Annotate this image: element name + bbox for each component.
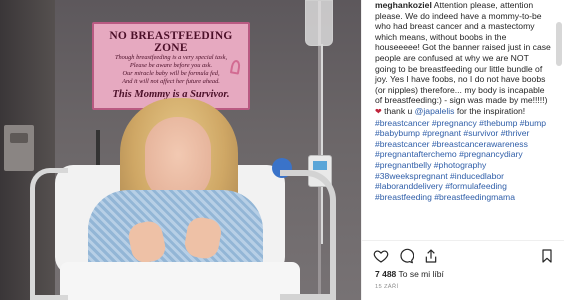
monitor-stand — [96, 130, 100, 170]
wall-outlet — [4, 125, 34, 171]
hashtag-link[interactable]: #babybump — [375, 128, 420, 138]
banner-title: NO BREASTFEEDING ZONE — [109, 30, 233, 54]
banner-line: Though breastfeeding is a very special t… — [114, 54, 228, 61]
comment-icon[interactable] — [398, 248, 414, 264]
banner-line: And it will not affect her future ahead. — [122, 78, 220, 85]
hashtag-link[interactable]: #breastfeedingmama — [434, 192, 515, 202]
hashtag-link[interactable]: #inducedlabor — [450, 171, 504, 181]
hashtag-link[interactable]: #breastcancer — [375, 139, 429, 149]
bed-sheet — [60, 262, 300, 300]
hashtag-link[interactable]: #pregnancy — [432, 118, 477, 128]
hashtag-link[interactable]: #pregnantbelly — [375, 160, 431, 170]
hashtag-link[interactable]: #pregnancydiary — [459, 149, 523, 159]
action-bar — [373, 248, 555, 266]
hashtag-link[interactable]: #breastcancer — [375, 118, 429, 128]
hashtag-link[interactable]: #thriver — [501, 128, 530, 138]
caption-scroll-area[interactable]: meghankoziel Attention please, attention… — [362, 0, 564, 240]
scrollbar-thumb[interactable] — [556, 22, 562, 66]
hashtag-link[interactable]: #pregnantafterchemo — [375, 149, 457, 159]
hashtag-link[interactable]: #thebump — [479, 118, 517, 128]
caption-text: thank u — [381, 105, 415, 116]
bookmark-icon[interactable] — [539, 248, 555, 264]
hashtag-link[interactable]: #formulafeeding — [445, 181, 507, 191]
hashtag-link[interactable]: #survivor — [463, 128, 498, 138]
post-photo[interactable]: NO BREASTFEEDING ZONE Though breastfeedi… — [0, 0, 361, 300]
share-icon[interactable] — [423, 248, 439, 264]
heart-emoji-icon: ❤ — [375, 106, 382, 116]
caption-username[interactable]: meghankoziel — [375, 0, 432, 10]
iv-bag — [305, 0, 333, 46]
mention-link[interactable]: @japalelis — [415, 106, 455, 116]
hashtag-link[interactable]: #breastcancerawareness — [432, 139, 528, 149]
breastfeeding-banner: NO BREASTFEEDING ZONE Though breastfeedi… — [92, 22, 250, 110]
caption-text: for the inspiration! — [454, 105, 526, 116]
caption-text: Attention please, attention please. We d… — [375, 0, 551, 106]
bed-rail-right — [280, 170, 336, 300]
hashtag-link[interactable]: #laboranddelivery — [375, 181, 443, 191]
post-caption: meghankoziel Attention please, attention… — [375, 0, 552, 202]
likes-count[interactable]: 7 488 To se mi líbí — [375, 269, 444, 279]
hashtag-link[interactable]: #breastfeeding — [375, 192, 432, 202]
hashtag-link[interactable]: #photography — [434, 160, 487, 170]
likes-number: 7 488 — [375, 269, 397, 279]
hashtag-link[interactable]: #38weekspregnant — [375, 171, 448, 181]
hashtag-link[interactable]: #pregnant — [422, 128, 461, 138]
heart-outline-icon[interactable] — [373, 248, 389, 264]
divider — [362, 240, 564, 241]
bed-rail-left — [30, 168, 68, 300]
woman-face — [145, 117, 211, 201]
post-sidebar: meghankoziel Attention please, attention… — [361, 0, 564, 300]
banner-line: Our miracle baby will be formula fed, — [122, 70, 220, 77]
banner-line: Please be aware before you ask. — [129, 62, 213, 69]
post-date[interactable]: 15 ZÁŘÍ — [375, 284, 398, 290]
likes-label: To se mi líbí — [396, 269, 444, 279]
hashtag-link[interactable]: #bump — [520, 118, 546, 128]
